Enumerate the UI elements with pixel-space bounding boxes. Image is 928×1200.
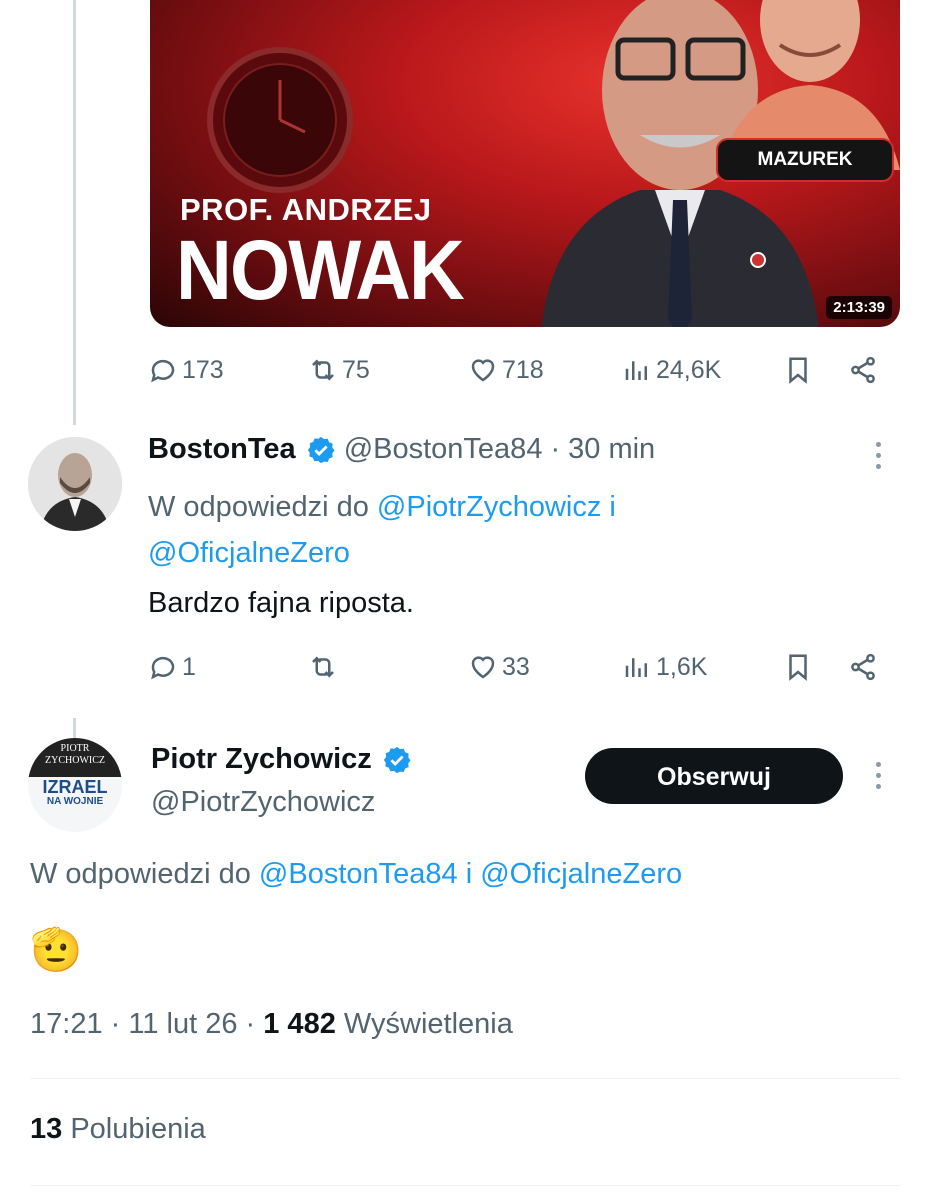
likes-label: Polubienia bbox=[70, 1113, 206, 1145]
bookmark-icon bbox=[789, 654, 807, 681]
bookmark-button[interactable] bbox=[783, 652, 813, 682]
tweet-time[interactable]: 17:21 bbox=[30, 1008, 103, 1040]
like-count: 718 bbox=[502, 355, 544, 384]
mention-link[interactable]: @PiotrZychowicz bbox=[377, 491, 601, 523]
likes-summary[interactable]: 13 Polubienia bbox=[30, 1113, 206, 1146]
author-name[interactable]: BostonTea bbox=[148, 433, 296, 466]
thread-line bbox=[73, 0, 76, 425]
reply-icon bbox=[151, 359, 175, 383]
video-thumbnail[interactable]: PROF. ANDRZEJ NOWAK MAZUREK 2:13:39 bbox=[150, 0, 900, 327]
heart-icon bbox=[471, 359, 495, 382]
reply-context-and: i bbox=[609, 491, 616, 523]
video-title: NOWAK bbox=[176, 223, 465, 317]
verified-badge-icon bbox=[307, 436, 335, 463]
reply-button[interactable]: 1 bbox=[148, 652, 196, 682]
avatar-author-line2: ZYCHOWICZ bbox=[45, 755, 105, 766]
reply-context-label: W odpowiedzi do bbox=[148, 491, 369, 523]
views-icon bbox=[625, 361, 647, 380]
author-handle[interactable]: @PiotrZychowicz bbox=[151, 786, 375, 819]
divider bbox=[30, 1078, 900, 1079]
bookmark-icon bbox=[789, 357, 807, 384]
views-label: Wyświetlenia bbox=[343, 1008, 513, 1040]
views-count: 1 482 bbox=[263, 1008, 336, 1040]
retweet-icon bbox=[312, 359, 334, 381]
views-button[interactable]: 24,6K bbox=[622, 355, 721, 385]
author-name[interactable]: Piotr Zychowicz bbox=[151, 743, 372, 776]
tweet-time[interactable]: 30 min bbox=[568, 433, 655, 466]
views-icon bbox=[625, 658, 647, 677]
avatar-author-line1: PIOTR bbox=[60, 743, 90, 754]
tweet-date[interactable]: 11 lut 26 bbox=[128, 1008, 237, 1040]
bookmark-button[interactable] bbox=[783, 355, 813, 385]
more-options-icon[interactable] bbox=[876, 762, 884, 795]
share-button[interactable] bbox=[848, 355, 878, 385]
pocket-watch-graphic bbox=[207, 47, 353, 193]
salute-emoji: 🫡 bbox=[30, 926, 83, 973]
like-count: 33 bbox=[502, 652, 530, 681]
mention-link[interactable]: @OficjalneZero bbox=[480, 858, 682, 890]
video-duration: 2:13:39 bbox=[826, 296, 892, 319]
share-icon bbox=[851, 356, 875, 384]
avatar[interactable] bbox=[28, 437, 122, 531]
reply-context-and: i bbox=[465, 858, 473, 890]
likes-count: 13 bbox=[30, 1113, 63, 1145]
views-button[interactable]: 1,6K bbox=[622, 652, 707, 682]
separator: · bbox=[550, 433, 561, 465]
heart-icon bbox=[471, 656, 495, 679]
views-count: 1,6K bbox=[656, 652, 708, 681]
more-options-icon[interactable] bbox=[876, 442, 884, 475]
mention-link[interactable]: @BostonTea84 bbox=[259, 858, 458, 890]
share-icon bbox=[851, 653, 875, 681]
avatar[interactable]: PIOTR ZYCHOWICZ IZRAEL NA WOJNIE bbox=[28, 738, 122, 832]
reply-icon bbox=[151, 656, 175, 680]
reply-context-label: W odpowiedzi do bbox=[30, 858, 251, 890]
reply-button[interactable]: 173 bbox=[148, 355, 224, 385]
share-button[interactable] bbox=[848, 652, 878, 682]
avatar-book-title: IZRAEL bbox=[42, 777, 108, 797]
guest-badge: MAZUREK bbox=[716, 138, 894, 182]
reply-count: 173 bbox=[182, 355, 224, 384]
like-button[interactable]: 718 bbox=[468, 355, 544, 385]
like-button[interactable]: 33 bbox=[468, 652, 530, 682]
reply-count: 1 bbox=[182, 652, 196, 681]
avatar-book-subtitle: NA WOJNIE bbox=[46, 796, 104, 807]
retweet-icon bbox=[312, 656, 334, 678]
divider bbox=[30, 1185, 900, 1186]
retweet-button[interactable] bbox=[308, 652, 338, 682]
verified-badge-icon bbox=[383, 746, 411, 773]
follow-button[interactable]: Obserwuj bbox=[585, 748, 843, 804]
mention-link[interactable]: @OficjalneZero bbox=[148, 537, 350, 569]
tweet-text: Bardzo fajna riposta. bbox=[148, 587, 414, 619]
author-handle[interactable]: @BostonTea84 bbox=[344, 433, 543, 466]
bostontea-avatar-photo bbox=[28, 437, 122, 531]
retweet-button[interactable]: 75 bbox=[308, 355, 370, 385]
views-count: 24,6K bbox=[656, 355, 722, 384]
retweet-count: 75 bbox=[342, 355, 370, 384]
